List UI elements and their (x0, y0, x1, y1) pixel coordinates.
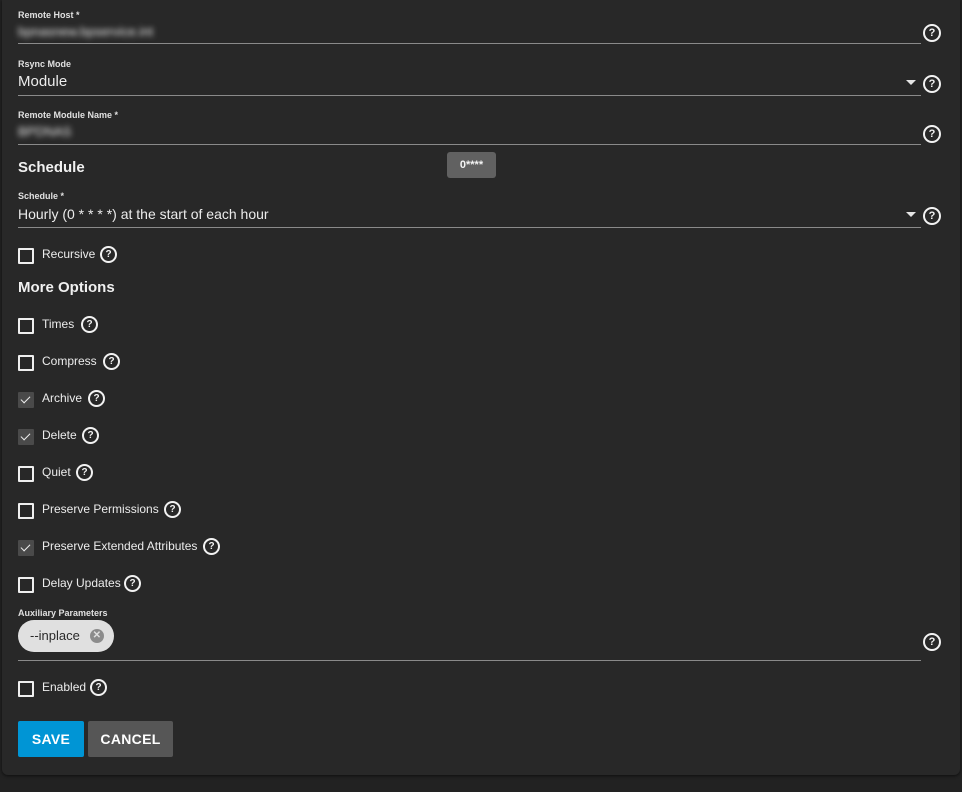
enabled-checkbox[interactable] (18, 681, 34, 697)
delete-label: Delete (42, 428, 77, 442)
remote-module-underline (18, 144, 921, 145)
schedule-section-title: Schedule (18, 159, 85, 176)
remote-host-underline (18, 43, 921, 44)
schedule-caret-down-icon[interactable] (906, 212, 916, 217)
preserve-permissions-checkbox[interactable] (18, 503, 34, 519)
remote-host-field[interactable]: Remote Host * bpnasnew.bpservice.int (18, 10, 921, 44)
recursive-checkbox[interactable] (18, 248, 34, 264)
preserve-permissions-help-icon[interactable]: ? (164, 501, 181, 518)
compress-help-icon[interactable]: ? (103, 353, 120, 370)
schedule-help-icon[interactable]: ? (923, 207, 941, 225)
auxiliary-chip[interactable]: --inplace ✕ (18, 620, 114, 652)
compress-checkbox[interactable] (18, 355, 34, 371)
auxiliary-chip-label: --inplace (30, 628, 80, 643)
schedule-underline (18, 227, 921, 228)
remote-host-help-icon[interactable]: ? (923, 24, 941, 42)
rsync-mode-caret-down-icon[interactable] (906, 80, 916, 85)
rsync-mode-underline (18, 95, 921, 96)
quiet-label: Quiet (42, 465, 71, 479)
more-options-title: More Options (18, 279, 115, 296)
compress-label: Compress (42, 354, 97, 368)
rsync-mode-select[interactable]: Rsync Mode Module (18, 59, 921, 96)
schedule-select[interactable]: Schedule * Hourly (0 * * * *) at the sta… (18, 191, 921, 228)
recursive-help-icon[interactable]: ? (100, 246, 117, 263)
remote-host-input[interactable]: bpnasnew.bpservice.int (18, 24, 153, 39)
times-help-icon[interactable]: ? (81, 316, 98, 333)
delay-updates-label: Delay Updates (42, 576, 121, 590)
chip-remove-close-icon[interactable]: ✕ (89, 629, 104, 643)
delete-checkbox[interactable] (18, 429, 34, 445)
delay-updates-help-icon[interactable]: ? (124, 575, 141, 592)
remote-module-help-icon[interactable]: ? (923, 125, 941, 143)
remote-module-field[interactable]: Remote Module Name * BPDNAS (18, 110, 921, 145)
auxiliary-underline (18, 660, 921, 661)
recursive-label: Recursive (42, 247, 96, 261)
auxiliary-help-icon[interactable]: ? (923, 633, 941, 651)
preserve-extended-attributes-help-icon[interactable]: ? (203, 538, 220, 555)
rsync-mode-value: Module (18, 73, 68, 90)
enabled-help-icon[interactable]: ? (90, 679, 107, 696)
remote-module-input[interactable]: BPDNAS (18, 124, 71, 139)
preserve-permissions-label: Preserve Permissions (42, 502, 159, 516)
auxiliary-parameters-field[interactable]: Auxiliary Parameters --inplace ✕ (18, 608, 921, 661)
remote-module-label: Remote Module Name * (18, 110, 119, 120)
save-button[interactable]: SAVE (18, 721, 84, 757)
quiet-help-icon[interactable]: ? (76, 464, 93, 481)
cancel-button[interactable]: CANCEL (88, 721, 173, 757)
rsync-task-form: Remote Host * bpnasnew.bpservice.int ? R… (2, 0, 960, 775)
rsync-mode-help-icon[interactable]: ? (923, 75, 941, 93)
times-label: Times (42, 317, 75, 331)
quiet-checkbox[interactable] (18, 466, 34, 482)
times-checkbox[interactable] (18, 318, 34, 334)
enabled-label: Enabled (42, 680, 87, 694)
preserve-extended-attributes-checkbox[interactable] (18, 540, 34, 556)
archive-label: Archive (42, 391, 83, 405)
schedule-value: Hourly (0 * * * *) at the start of each … (18, 206, 269, 222)
preserve-extended-attributes-label: Preserve Extended Attributes (42, 539, 198, 553)
remote-host-label: Remote Host * (18, 10, 80, 20)
schedule-tooltip: 0**** (447, 152, 496, 178)
archive-help-icon[interactable]: ? (88, 390, 105, 407)
auxiliary-parameters-label: Auxiliary Parameters (18, 608, 108, 618)
schedule-label: Schedule * (18, 191, 65, 201)
archive-checkbox[interactable] (18, 392, 34, 408)
delete-help-icon[interactable]: ? (82, 427, 99, 444)
delay-updates-checkbox[interactable] (18, 577, 34, 593)
rsync-mode-label: Rsync Mode (18, 59, 72, 69)
